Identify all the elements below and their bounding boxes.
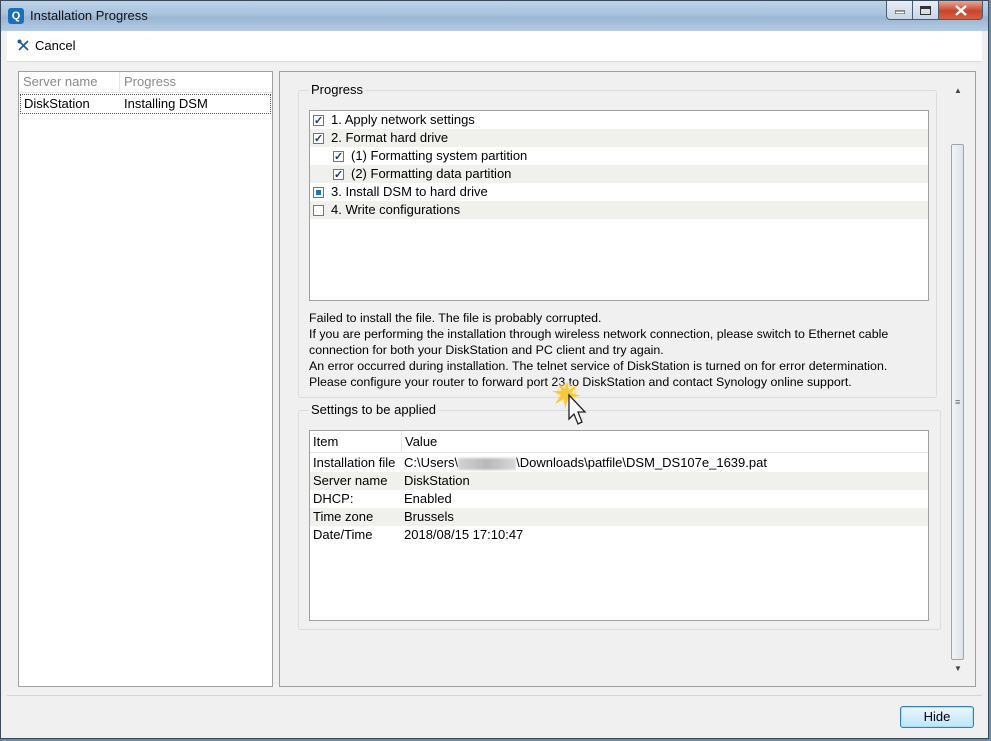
settings-group-title: Settings to be applied — [309, 402, 439, 417]
step-apply-network: 1. Apply network settings — [310, 111, 928, 130]
error-message-line: Failed to install the file. The file is … — [309, 311, 602, 325]
column-header-server-name[interactable]: Server name — [19, 72, 120, 92]
close-button[interactable] — [939, 1, 983, 20]
settings-table[interactable]: Item Value Installation file C:\Users\ \D… — [309, 430, 929, 621]
setting-item-cell: Installation file — [313, 455, 396, 470]
server-list-header: Server name Progress — [19, 72, 272, 93]
checkbox-checked-icon — [313, 130, 324, 148]
step-format-data-partition: (2) Formatting data partition — [310, 165, 928, 184]
table-row[interactable]: Time zone Brussels — [310, 508, 928, 526]
toolbar: Cancel — [7, 31, 982, 62]
minimize-button[interactable] — [886, 1, 913, 20]
checkbox-checked-icon — [333, 148, 344, 166]
maximize-icon — [920, 5, 931, 15]
setting-value-cell: 2018/08/15 17:10:47 — [404, 527, 524, 542]
minimize-icon — [894, 10, 905, 14]
server-list[interactable]: Server name Progress DiskStation Install… — [18, 71, 273, 687]
step-write-config: 4. Write configurations — [310, 201, 928, 219]
setting-item-cell: Time zone — [313, 509, 374, 524]
scrollbar-thumb[interactable]: ≡ — [951, 144, 964, 660]
setting-value-cell: DiskStation — [404, 473, 470, 488]
settings-table-header: Item Value — [310, 431, 928, 453]
cancel-tools-icon — [17, 39, 29, 51]
progress-group: Progress 1. Apply network settings 2. Fo… — [298, 82, 937, 398]
checkbox-in-progress-icon — [313, 186, 324, 198]
setting-value-cell: C:\Users\ \Downloads\patfile\DSM_DS107e_1… — [401, 454, 767, 472]
checkbox-checked-icon — [313, 112, 324, 130]
redacted-username — [458, 457, 517, 470]
progress-steps-list: 1. Apply network settings 2. Format hard… — [309, 110, 929, 301]
progress-group-title: Progress — [309, 82, 366, 97]
maximize-button[interactable] — [913, 1, 939, 20]
step-label: 3. Install DSM to hard drive — [331, 184, 488, 199]
table-row[interactable]: Installation file C:\Users\ \Downloads\pa… — [310, 454, 928, 472]
checkbox-unchecked-icon — [313, 204, 324, 216]
setting-item-cell: DHCP: — [313, 491, 354, 506]
close-icon — [954, 4, 967, 16]
error-message-line: connection for both your DiskStation and… — [309, 343, 664, 357]
path-prefix: C:\Users\ — [404, 455, 459, 470]
window-title: Installation Progress — [30, 8, 148, 23]
cancel-label: Cancel — [35, 38, 76, 53]
column-header-progress[interactable]: Progress — [120, 72, 176, 92]
app-icon: Q — [8, 8, 24, 24]
table-row[interactable]: DHCP: Enabled — [310, 490, 928, 508]
error-message: Failed to install the file. The file is … — [309, 310, 929, 390]
error-message-line: Please configure your router to forward … — [309, 375, 852, 389]
server-name-cell: DiskStation — [24, 96, 90, 111]
cancel-button[interactable]: Cancel — [17, 38, 75, 53]
error-message-line: If you are performing the installation t… — [309, 327, 889, 341]
step-format-system-partition: (1) Formatting system partition — [310, 147, 928, 166]
step-install-dsm: 3. Install DSM to hard drive — [310, 183, 928, 201]
setting-item-cell: Server name — [313, 473, 388, 488]
scroll-down-arrow-icon[interactable]: ▼ — [951, 662, 965, 676]
setting-value-cell: Enabled — [404, 491, 452, 506]
step-label: 1. Apply network settings — [331, 112, 475, 127]
grip-icon: ≡ — [955, 397, 961, 407]
column-header-value[interactable]: Value — [402, 431, 437, 452]
step-label: 4. Write configurations — [331, 202, 461, 217]
vertical-scrollbar[interactable]: ▲ ≡ ▼ — [951, 84, 965, 676]
mouse-pointer-icon — [551, 381, 595, 432]
title-bar[interactable]: Q Installation Progress — [1, 1, 988, 31]
table-row[interactable]: Date/Time 2018/08/15 17:10:47 — [310, 526, 928, 544]
checkbox-checked-icon — [333, 166, 344, 184]
step-label: (2) Formatting data partition — [351, 166, 512, 181]
installation-progress-window: Q Installation Progress Cancel Server na… — [0, 0, 989, 739]
footer-divider — [7, 695, 982, 696]
scroll-up-arrow-icon[interactable]: ▲ — [951, 84, 965, 98]
setting-value-cell: Brussels — [404, 509, 454, 524]
path-suffix: \Downloads\patfile\DSM_DS107e_1639.pat — [516, 455, 767, 470]
step-label: (1) Formatting system partition — [351, 148, 528, 163]
setting-item-cell: Date/Time — [313, 527, 373, 542]
table-row[interactable]: Server name DiskStation — [310, 472, 928, 490]
column-header-item[interactable]: Item — [310, 431, 402, 452]
step-label: 2. Format hard drive — [331, 130, 449, 145]
details-panel: Progress 1. Apply network settings 2. Fo… — [279, 71, 976, 687]
settings-group: Settings to be applied Item Value Instal… — [298, 402, 941, 630]
hide-button[interactable]: Hide — [900, 706, 974, 728]
server-row[interactable]: DiskStation Installing DSM — [20, 94, 271, 114]
error-message-line: An error occurred during installation. T… — [309, 359, 888, 373]
step-format-drive: 2. Format hard drive — [310, 129, 928, 148]
server-progress-cell: Installing DSM — [124, 96, 208, 111]
